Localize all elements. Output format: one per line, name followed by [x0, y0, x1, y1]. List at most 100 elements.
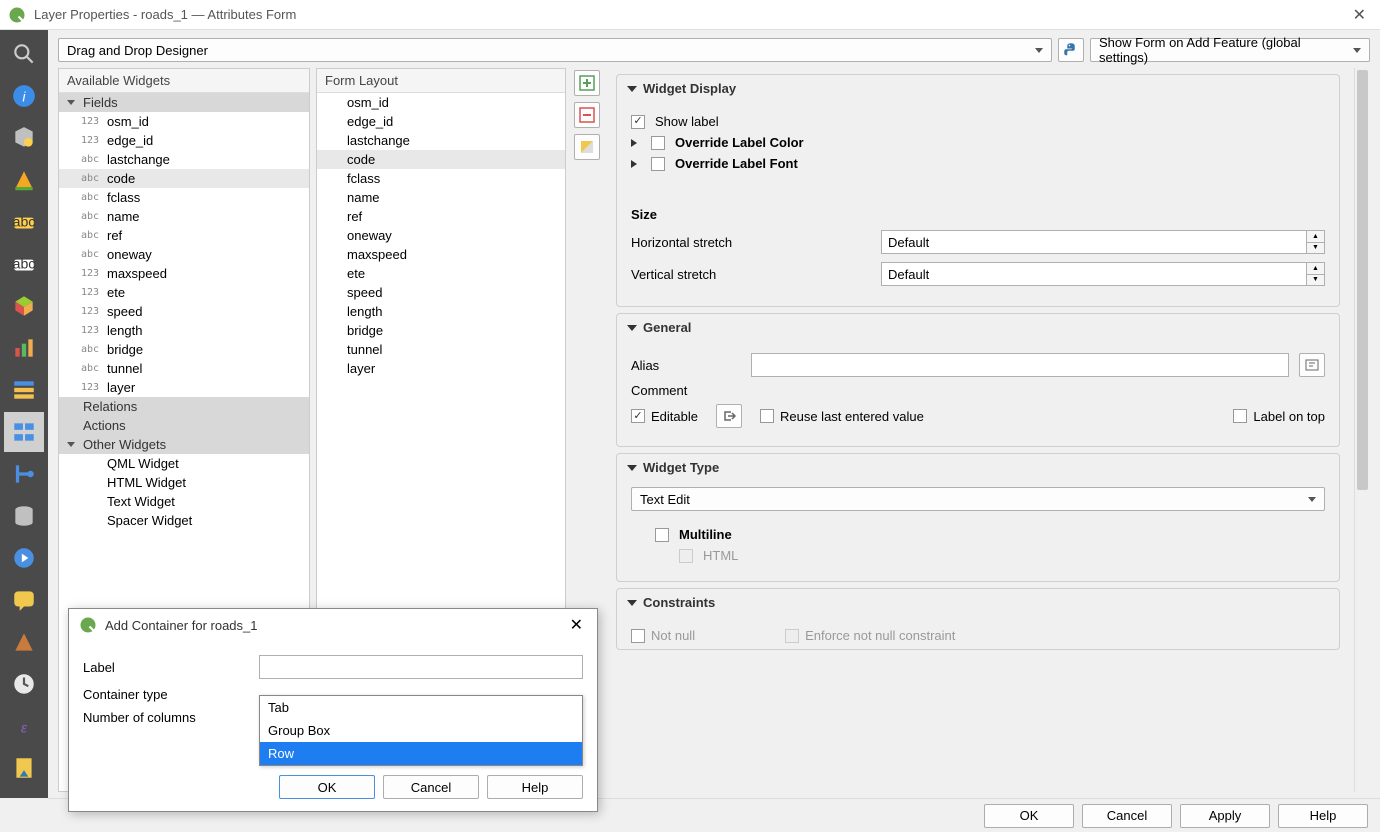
html-checkbox	[679, 549, 693, 563]
dialog-ok-button[interactable]: OK	[279, 775, 375, 799]
layout-item[interactable]: fclass	[317, 169, 565, 188]
alias-expression-button[interactable]	[1299, 353, 1325, 377]
chevron-down-icon	[627, 325, 637, 331]
layout-item[interactable]: length	[317, 302, 565, 321]
window-close-button[interactable]: ✕	[1347, 5, 1372, 25]
show-label-checkbox[interactable]	[631, 115, 645, 129]
3dview-icon[interactable]	[4, 286, 44, 326]
layout-item[interactable]: bridge	[317, 321, 565, 340]
add-container-button[interactable]	[574, 70, 600, 96]
chevron-down-icon	[1308, 497, 1316, 502]
layout-item[interactable]: lastchange	[317, 131, 565, 150]
symbology-icon[interactable]	[4, 160, 44, 200]
field-item[interactable]: 123edge_id	[59, 131, 309, 150]
storage-icon[interactable]	[4, 496, 44, 536]
field-item[interactable]: 123length	[59, 321, 309, 340]
expand-icon[interactable]	[631, 139, 637, 147]
variables-icon[interactable]: ε	[4, 706, 44, 746]
python-init-button[interactable]	[1058, 38, 1084, 62]
labels-icon[interactable]: abc	[4, 202, 44, 242]
actions-icon[interactable]	[4, 538, 44, 578]
field-item[interactable]: 123ete	[59, 283, 309, 302]
field-item[interactable]: abctunnel	[59, 359, 309, 378]
other-widget-item[interactable]: HTML Widget	[59, 473, 309, 492]
widget-type-group-header[interactable]: Widget Type	[617, 454, 1339, 481]
fields-group[interactable]: Fields	[59, 93, 309, 112]
dialog-cancel-button[interactable]: Cancel	[383, 775, 479, 799]
layout-item[interactable]: osm_id	[317, 93, 565, 112]
relations-group[interactable]: Relations	[59, 397, 309, 416]
editable-override-button[interactable]	[716, 404, 742, 428]
layout-item[interactable]: oneway	[317, 226, 565, 245]
fields-icon[interactable]	[4, 370, 44, 410]
multiline-checkbox[interactable]	[655, 528, 669, 542]
vstretch-spinner[interactable]: ▲▼	[881, 262, 1325, 286]
field-item[interactable]: abclastchange	[59, 150, 309, 169]
attributes-form-icon[interactable]	[4, 412, 44, 452]
combo-option-groupbox[interactable]: Group Box	[260, 719, 582, 742]
other-widget-item[interactable]: Spacer Widget	[59, 511, 309, 530]
temporal-icon[interactable]	[4, 664, 44, 704]
layout-item[interactable]: edge_id	[317, 112, 565, 131]
remove-item-button[interactable]	[574, 102, 600, 128]
other-widget-item[interactable]: Text Widget	[59, 492, 309, 511]
search-icon[interactable]	[4, 34, 44, 74]
field-item[interactable]: abcname	[59, 207, 309, 226]
layout-item[interactable]: code	[317, 150, 565, 169]
cancel-button[interactable]: Cancel	[1082, 804, 1172, 828]
field-item[interactable]: 123maxspeed	[59, 264, 309, 283]
apply-button[interactable]: Apply	[1180, 804, 1270, 828]
source-icon[interactable]	[4, 118, 44, 158]
invert-selection-button[interactable]	[574, 134, 600, 160]
layout-item[interactable]: ref	[317, 207, 565, 226]
dialog-help-button[interactable]: Help	[487, 775, 583, 799]
show-form-dropdown[interactable]: Show Form on Add Feature (global setting…	[1090, 38, 1370, 62]
diagrams-icon[interactable]	[4, 328, 44, 368]
override-color-checkbox[interactable]	[651, 136, 665, 150]
layout-item[interactable]: speed	[317, 283, 565, 302]
field-item[interactable]: 123speed	[59, 302, 309, 321]
not-null-checkbox[interactable]	[631, 629, 645, 643]
dialog-close-button[interactable]: ✕	[566, 615, 587, 635]
field-item[interactable]: abcbridge	[59, 340, 309, 359]
field-item[interactable]: abcref	[59, 226, 309, 245]
label-top-checkbox[interactable]	[1233, 409, 1247, 423]
scrollbar[interactable]	[1354, 68, 1370, 792]
display-icon[interactable]	[4, 580, 44, 620]
layout-item[interactable]: maxspeed	[317, 245, 565, 264]
dialog-num-cols-label: Number of columns	[83, 710, 259, 725]
editable-checkbox[interactable]	[631, 409, 645, 423]
form-layout-type-dropdown[interactable]: Drag and Drop Designer	[58, 38, 1052, 62]
other-widgets-group[interactable]: Other Widgets	[59, 435, 309, 454]
alias-input[interactable]	[751, 353, 1289, 377]
joins-icon[interactable]	[4, 454, 44, 494]
combo-option-tab[interactable]: Tab	[260, 696, 582, 719]
layout-item[interactable]: layer	[317, 359, 565, 378]
field-item[interactable]: 123osm_id	[59, 112, 309, 131]
ok-button[interactable]: OK	[984, 804, 1074, 828]
layout-item[interactable]: name	[317, 188, 565, 207]
dialog-label-input[interactable]	[259, 655, 583, 679]
metadata-icon[interactable]	[4, 748, 44, 788]
hstretch-spinner[interactable]: ▲▼	[881, 230, 1325, 254]
layout-item[interactable]: ete	[317, 264, 565, 283]
widget-type-dropdown[interactable]: Text Edit	[631, 487, 1325, 511]
general-group-header[interactable]: General	[617, 314, 1339, 341]
actions-group[interactable]: Actions	[59, 416, 309, 435]
field-item[interactable]: abccode	[59, 169, 309, 188]
constraints-group-header[interactable]: Constraints	[617, 589, 1339, 616]
masks-icon[interactable]: abc	[4, 244, 44, 284]
information-icon[interactable]: i	[4, 76, 44, 116]
field-item[interactable]: abconeway	[59, 245, 309, 264]
help-button[interactable]: Help	[1278, 804, 1368, 828]
widget-display-group-header[interactable]: Widget Display	[617, 75, 1339, 102]
layout-item[interactable]: tunnel	[317, 340, 565, 359]
other-widget-item[interactable]: QML Widget	[59, 454, 309, 473]
expand-icon[interactable]	[631, 160, 637, 168]
field-item[interactable]: 123layer	[59, 378, 309, 397]
rendering-icon[interactable]	[4, 622, 44, 662]
combo-option-row[interactable]: Row	[260, 742, 582, 765]
override-font-checkbox[interactable]	[651, 157, 665, 171]
field-item[interactable]: abcfclass	[59, 188, 309, 207]
reuse-checkbox[interactable]	[760, 409, 774, 423]
